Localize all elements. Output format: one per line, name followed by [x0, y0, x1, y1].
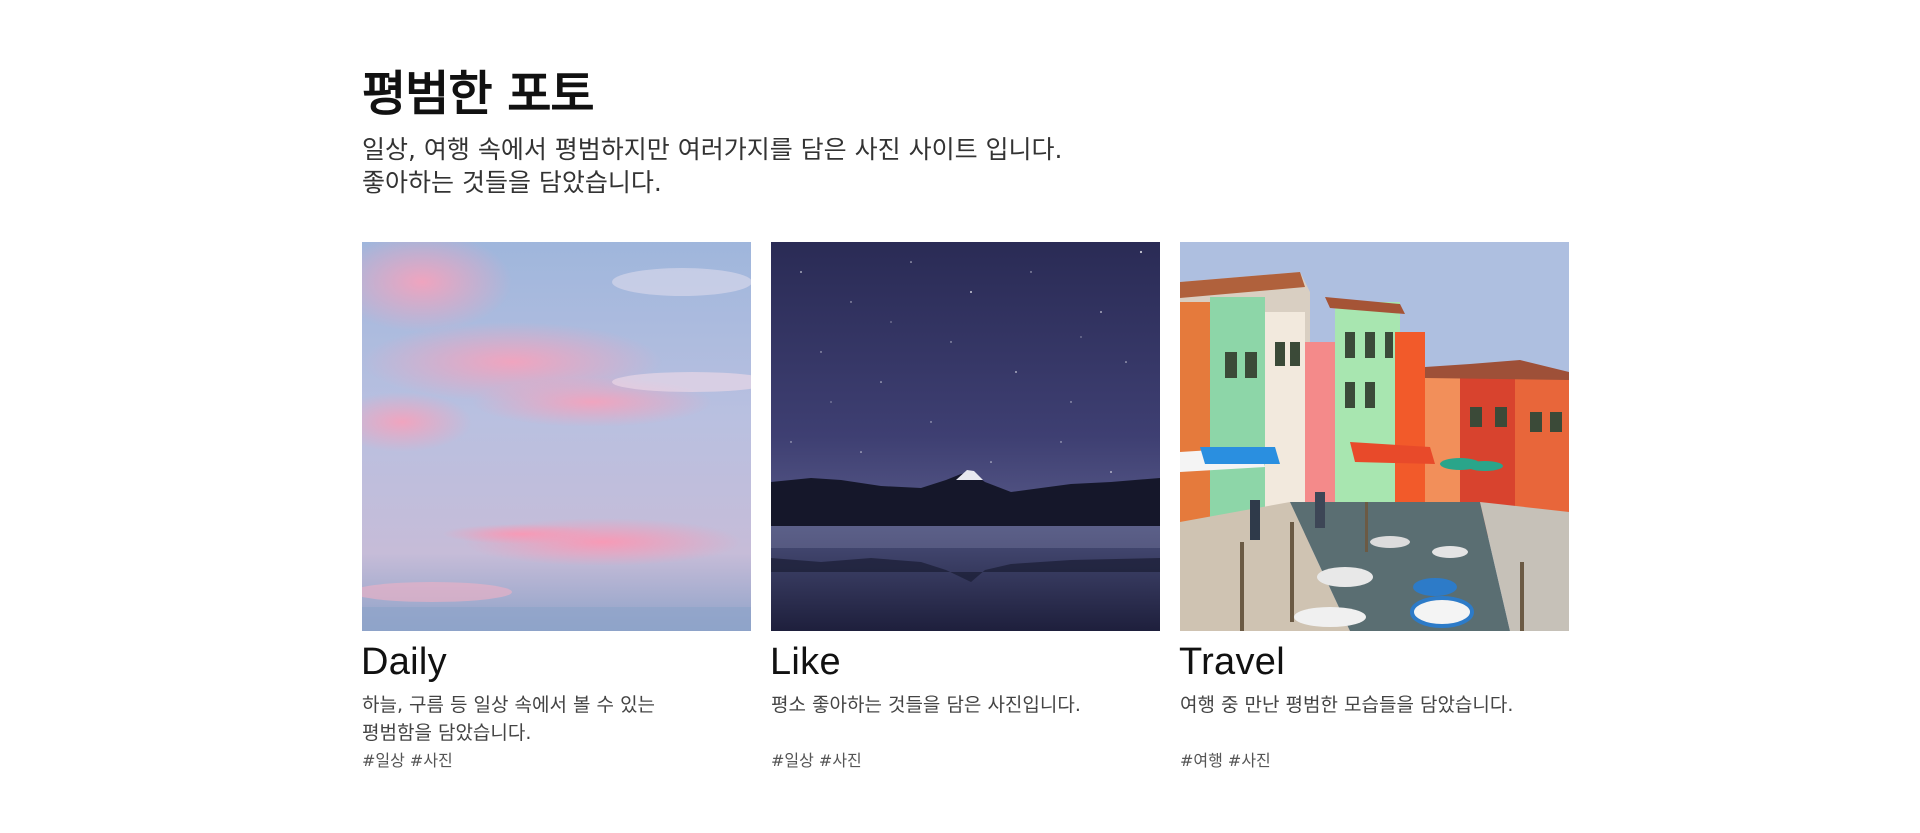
intro-line-2: 좋아하는 것들을 담았습니다. [362, 168, 662, 197]
card-description-line: 하늘, 구름 등 일상 속에서 볼 수 있는 [362, 694, 656, 716]
intro-line-1: 일상, 여행 속에서 평범하지만 여러가지를 담은 사진 사이트 입니다. [362, 135, 1063, 164]
card-tags: #일상 #사진 [771, 751, 862, 770]
colorful-canal-houses-photo[interactable] [1180, 242, 1569, 631]
card-description-line: 여행 중 만난 평범한 모습들을 담았습니다. [1180, 694, 1514, 716]
card-title[interactable]: Daily [361, 641, 447, 684]
card-title[interactable]: Travel [1179, 641, 1285, 684]
page-title: 평범한 포토 [362, 66, 595, 122]
card-description: 하늘, 구름 등 일상 속에서 볼 수 있는 평범함을 담았습니다. [362, 691, 751, 747]
card-description: 여행 중 만난 평범한 모습들을 담았습니다. [1180, 691, 1569, 719]
card-title[interactable]: Like [770, 641, 841, 684]
photo-card-daily[interactable]: Daily 하늘, 구름 등 일상 속에서 볼 수 있는 평범함을 담았습니다.… [361, 242, 751, 770]
card-description-line: 평소 좋아하는 것들을 담은 사진입니다. [771, 694, 1081, 716]
card-tags: #일상 #사진 [362, 751, 453, 770]
card-description-line: 평범함을 담았습니다. [362, 722, 532, 744]
photo-card-like[interactable]: Like 평소 좋아하는 것들을 담은 사진입니다. #일상 #사진 [770, 242, 1160, 770]
page-intro: 일상, 여행 속에서 평범하지만 여러가지를 담은 사진 사이트 입니다. 좋아… [362, 133, 1062, 199]
card-description: 평소 좋아하는 것들을 담은 사진입니다. [771, 691, 1160, 719]
photo-card-travel[interactable]: Travel 여행 중 만난 평범한 모습들을 담았습니다. #여행 #사진 [1179, 242, 1569, 770]
pink-sky-clouds-photo[interactable] [362, 242, 751, 631]
night-mountain-lake-photo[interactable] [771, 242, 1160, 631]
card-tags: #여행 #사진 [1180, 751, 1271, 770]
